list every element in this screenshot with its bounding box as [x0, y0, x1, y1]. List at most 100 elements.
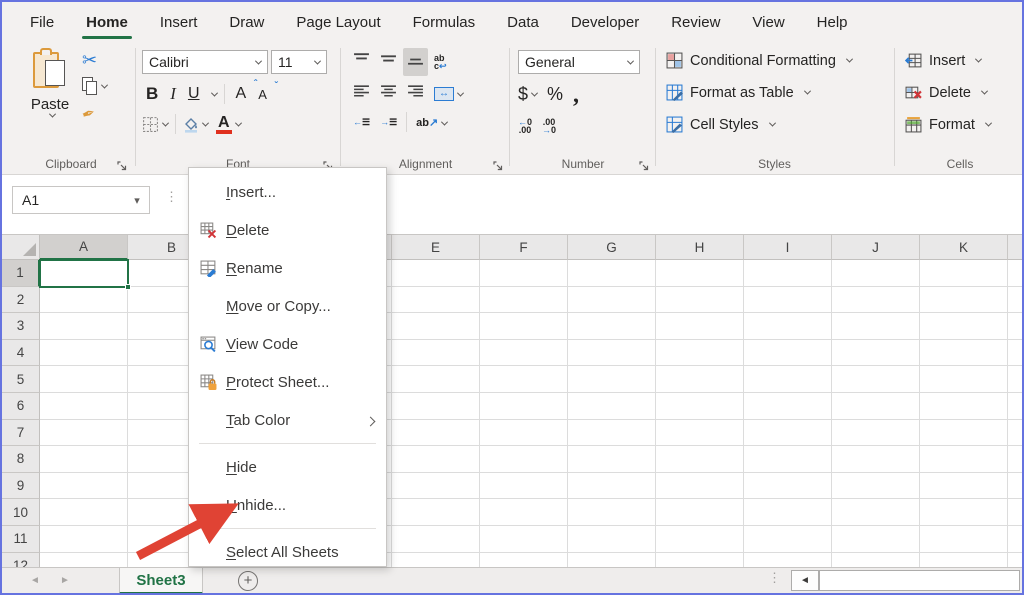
- cell-f7[interactable]: [480, 420, 568, 447]
- cell-i2[interactable]: [744, 287, 832, 314]
- accounting-format-button[interactable]: $: [518, 84, 537, 105]
- row-header-7[interactable]: 7: [2, 420, 40, 447]
- menu-item-delete[interactable]: Delete: [189, 211, 386, 249]
- top-align-button[interactable]: [349, 48, 374, 76]
- chevron-down-icon[interactable]: [210, 89, 217, 96]
- cell-partial[interactable]: [1008, 526, 1024, 553]
- cell-j9[interactable]: [832, 473, 920, 500]
- cell-f8[interactable]: [480, 446, 568, 473]
- tab-help[interactable]: Help: [803, 5, 862, 40]
- conditional-formatting-button[interactable]: Conditional Formatting: [666, 52, 852, 69]
- cell-g10[interactable]: [568, 499, 656, 526]
- insert-cells-button[interactable]: Insert: [905, 52, 981, 69]
- cell-i10[interactable]: [744, 499, 832, 526]
- cell-i7[interactable]: [744, 420, 832, 447]
- cell-partial[interactable]: [1008, 446, 1024, 473]
- cell-f11[interactable]: [480, 526, 568, 553]
- cell-j8[interactable]: [832, 446, 920, 473]
- align-right-button[interactable]: [403, 80, 428, 108]
- cell-g11[interactable]: [568, 526, 656, 553]
- cell-f12[interactable]: [480, 553, 568, 567]
- cell-a4[interactable]: [40, 340, 128, 367]
- tab-developer[interactable]: Developer: [557, 5, 653, 40]
- tab-file[interactable]: File: [16, 5, 68, 40]
- cell-a5[interactable]: [40, 366, 128, 393]
- menu-item-insert[interactable]: Insert...: [189, 173, 386, 211]
- menu-item-tab-color[interactable]: Tab Color: [189, 401, 386, 439]
- cell-g1[interactable]: [568, 260, 656, 287]
- cell-partial[interactable]: [1008, 313, 1024, 340]
- column-header-g[interactable]: G: [568, 235, 656, 260]
- row-header-2[interactable]: 2: [2, 287, 40, 314]
- horizontal-scrollbar[interactable]: [819, 570, 1020, 591]
- cell-h5[interactable]: [656, 366, 744, 393]
- cell-k7[interactable]: [920, 420, 1008, 447]
- tab-data[interactable]: Data: [493, 5, 553, 40]
- cell-g9[interactable]: [568, 473, 656, 500]
- cell-e6[interactable]: [392, 393, 480, 420]
- cell-g2[interactable]: [568, 287, 656, 314]
- format-cells-button[interactable]: Format: [905, 116, 991, 133]
- cell-f4[interactable]: [480, 340, 568, 367]
- cell-j7[interactable]: [832, 420, 920, 447]
- cell-i11[interactable]: [744, 526, 832, 553]
- decrease-decimal-button[interactable]: .00→0: [542, 118, 556, 134]
- cell-i4[interactable]: [744, 340, 832, 367]
- cell-f10[interactable]: [480, 499, 568, 526]
- alignment-dialog-launcher-icon[interactable]: [492, 159, 504, 171]
- format-as-table-button[interactable]: Format as Table: [666, 84, 810, 101]
- new-sheet-button[interactable]: +: [238, 571, 258, 591]
- cell-f3[interactable]: [480, 313, 568, 340]
- cell-g12[interactable]: [568, 553, 656, 567]
- increase-decimal-button[interactable]: ←0.00: [518, 118, 532, 134]
- cell-h11[interactable]: [656, 526, 744, 553]
- cell-h1[interactable]: [656, 260, 744, 287]
- cell-k5[interactable]: [920, 366, 1008, 393]
- cell-k2[interactable]: [920, 287, 1008, 314]
- cut-icon[interactable]: ✂: [82, 52, 97, 68]
- cell-styles-button[interactable]: Cell Styles: [666, 116, 775, 133]
- cell-a3[interactable]: [40, 313, 128, 340]
- font-name-select[interactable]: Calibri: [142, 50, 268, 74]
- menu-item-move-or-copy[interactable]: Move or Copy...: [189, 287, 386, 325]
- cell-j1[interactable]: [832, 260, 920, 287]
- decrease-font-size-button[interactable]: Aˇ: [254, 85, 271, 104]
- cell-a7[interactable]: [40, 420, 128, 447]
- cell-k8[interactable]: [920, 446, 1008, 473]
- cell-j10[interactable]: [832, 499, 920, 526]
- cell-k6[interactable]: [920, 393, 1008, 420]
- format-painter-icon[interactable]: ✒: [79, 102, 98, 125]
- column-header-k[interactable]: K: [920, 235, 1008, 260]
- row-header-10[interactable]: 10: [2, 499, 40, 526]
- cell-i8[interactable]: [744, 446, 832, 473]
- cell-k9[interactable]: [920, 473, 1008, 500]
- menu-item-view-code[interactable]: View Code: [189, 325, 386, 363]
- cell-k10[interactable]: [920, 499, 1008, 526]
- cell-partial[interactable]: [1008, 473, 1024, 500]
- cell-j2[interactable]: [832, 287, 920, 314]
- cell-h7[interactable]: [656, 420, 744, 447]
- cell-h9[interactable]: [656, 473, 744, 500]
- cell-a6[interactable]: [40, 393, 128, 420]
- column-header-j[interactable]: J: [832, 235, 920, 260]
- middle-align-button[interactable]: [376, 48, 401, 76]
- row-header-1[interactable]: 1: [2, 260, 40, 287]
- cell-partial[interactable]: [1008, 287, 1024, 314]
- cell-i6[interactable]: [744, 393, 832, 420]
- column-header-h[interactable]: H: [656, 235, 744, 260]
- cell-e12[interactable]: [392, 553, 480, 567]
- select-all-button[interactable]: [2, 235, 40, 260]
- italic-button[interactable]: I: [166, 82, 180, 106]
- cell-f9[interactable]: [480, 473, 568, 500]
- cell-e4[interactable]: [392, 340, 480, 367]
- formula-bar-drag-handle-icon[interactable]: ⋮: [165, 193, 178, 200]
- font-color-button[interactable]: A: [216, 115, 241, 134]
- cell-k4[interactable]: [920, 340, 1008, 367]
- column-header-f[interactable]: F: [480, 235, 568, 260]
- clipboard-dialog-launcher-icon[interactable]: [116, 159, 128, 171]
- cell-j5[interactable]: [832, 366, 920, 393]
- tab-insert[interactable]: Insert: [146, 5, 212, 40]
- menu-item-hide[interactable]: Hide: [189, 448, 386, 486]
- menu-item-rename[interactable]: Rename: [189, 249, 386, 287]
- scroll-left-button[interactable]: ◄: [791, 570, 819, 591]
